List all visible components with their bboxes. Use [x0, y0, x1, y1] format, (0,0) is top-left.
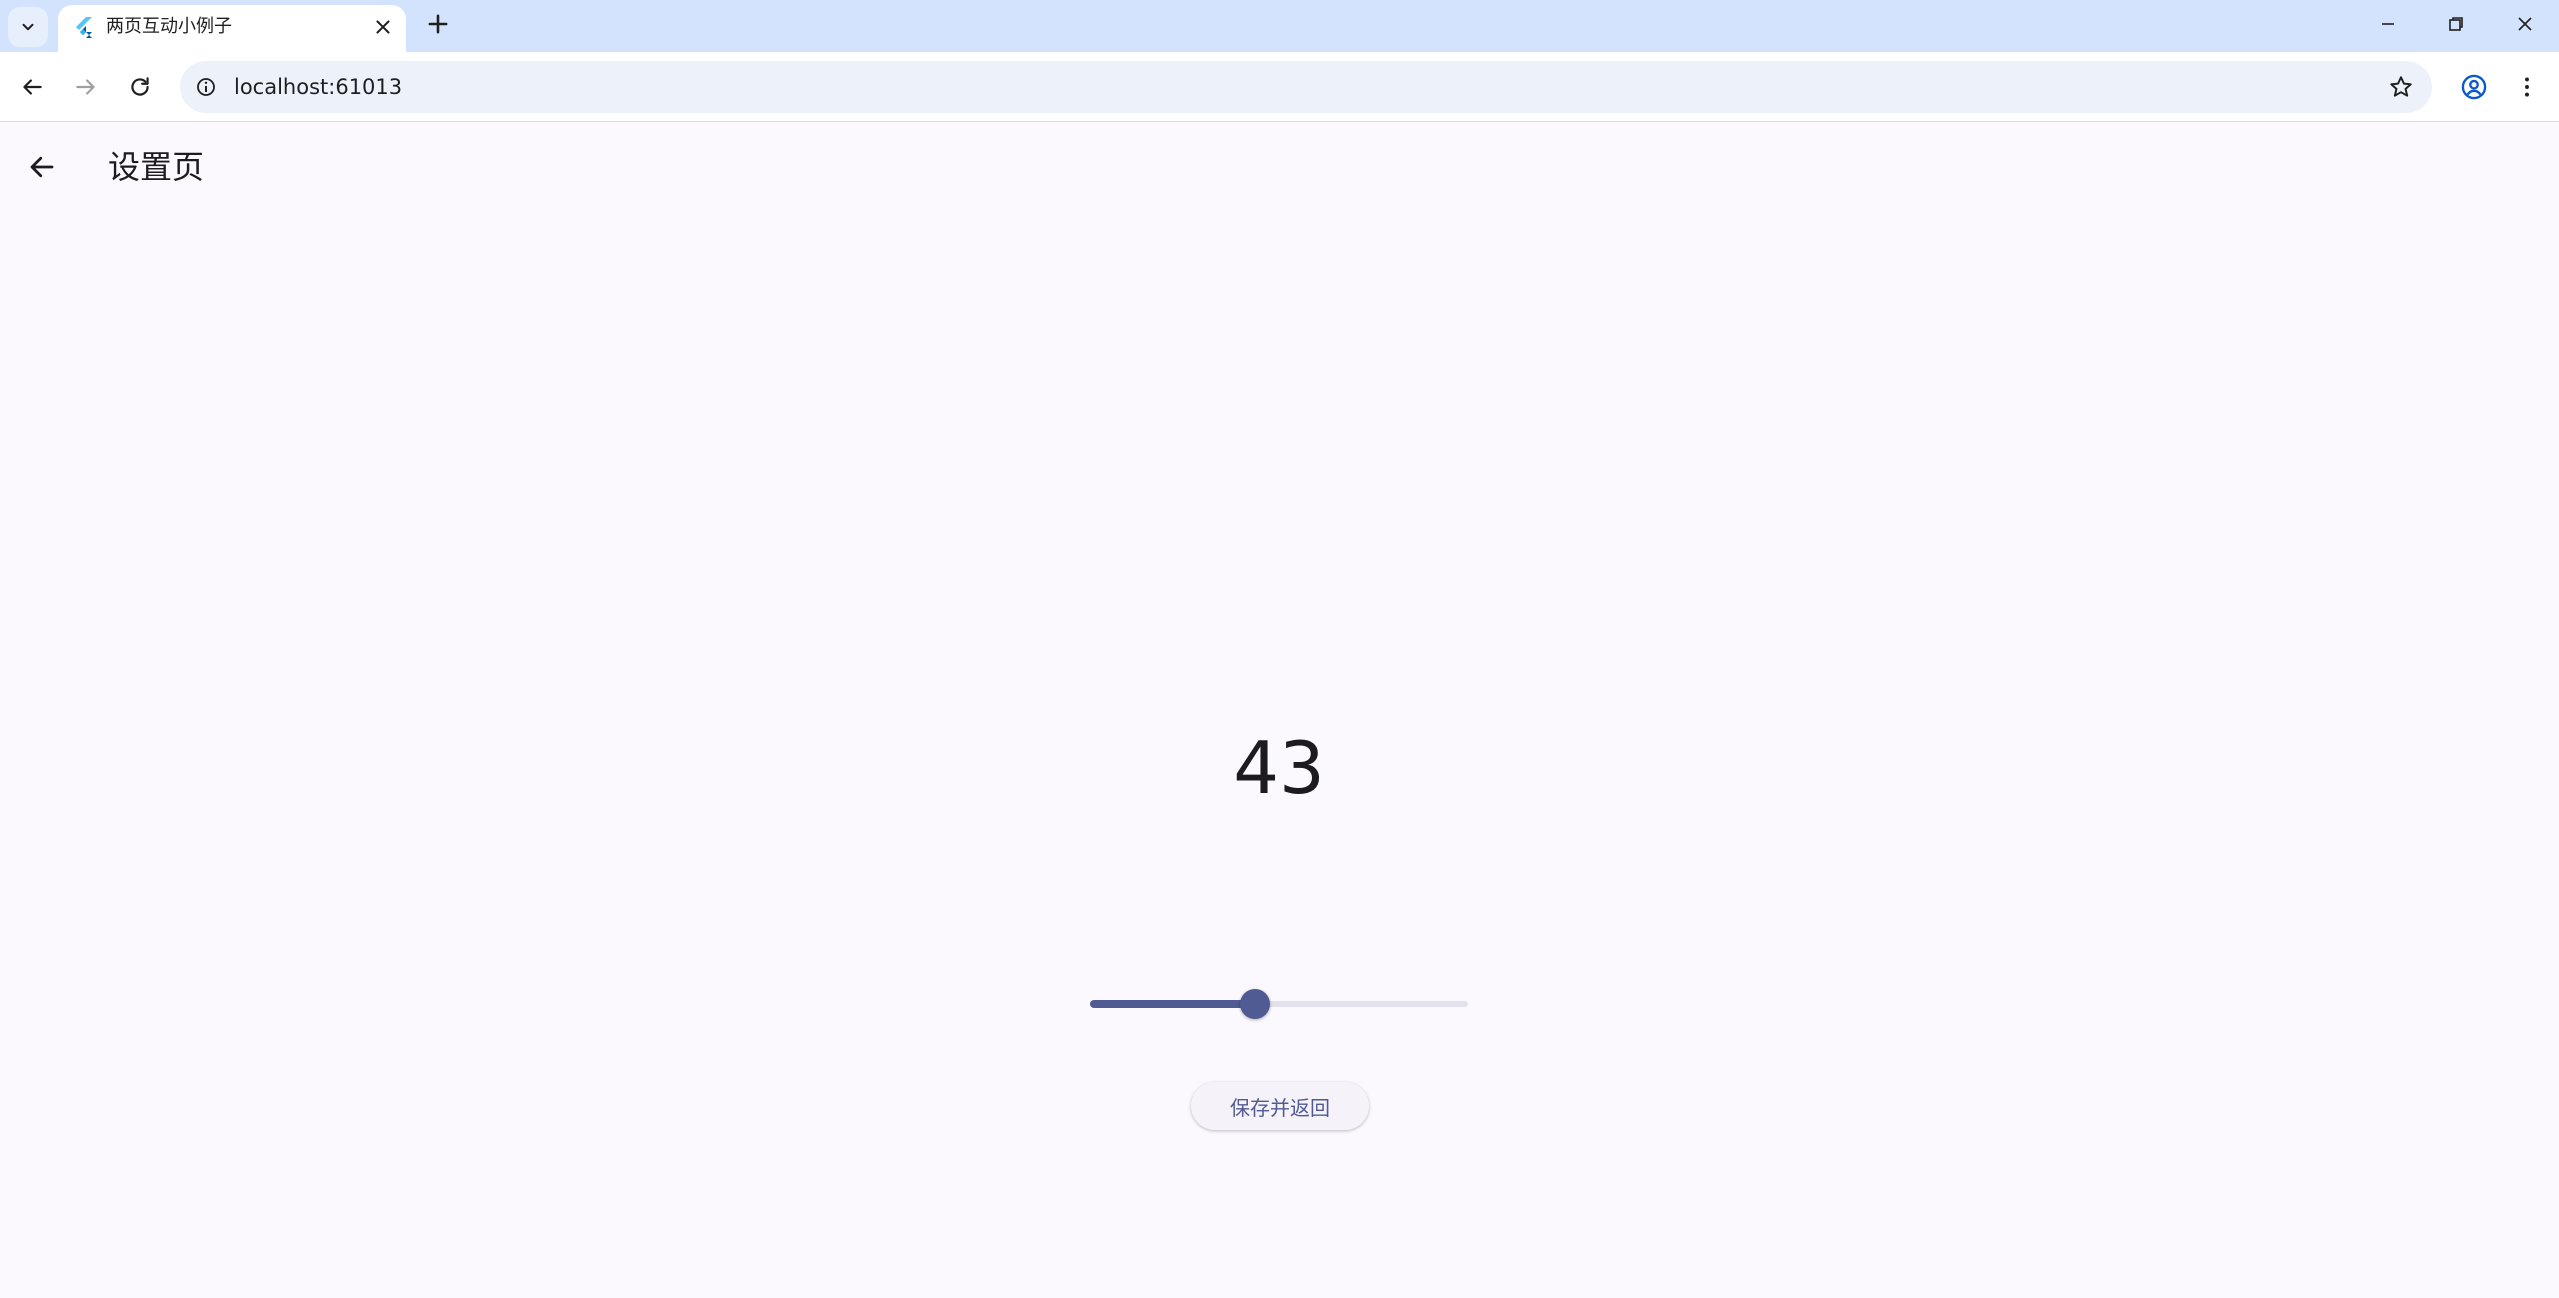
more-vert-icon	[2525, 77, 2529, 97]
star-icon[interactable]	[2388, 74, 2414, 100]
minimize-button[interactable]	[2368, 6, 2408, 42]
browser-tabstrip: 两页互动小例子	[0, 0, 2559, 52]
url-text: localhost:61013	[234, 75, 403, 99]
browser-tab[interactable]: 两页互动小例子	[58, 5, 406, 52]
close-icon	[2518, 17, 2532, 31]
info-icon[interactable]	[194, 75, 218, 99]
browser-toolbar: localhost:61013	[0, 52, 2559, 122]
menu-button[interactable]	[2508, 68, 2546, 106]
tab-title: 两页互动小例子	[106, 16, 232, 37]
value-slider[interactable]	[1090, 989, 1468, 1019]
arrow-right-icon	[76, 79, 95, 95]
slider-thumb[interactable]	[1239, 989, 1270, 1019]
restore-button[interactable]	[2436, 6, 2476, 42]
address-bar[interactable]: localhost:61013	[180, 61, 2432, 113]
appbar-back-button[interactable]	[20, 145, 64, 189]
value-display: 43	[1233, 726, 1325, 810]
minimize-icon	[2382, 23, 2394, 25]
chevron-down-icon	[22, 23, 34, 31]
reload-button[interactable]	[121, 68, 159, 106]
arrow-left-icon	[23, 79, 42, 95]
back-button[interactable]	[13, 68, 51, 106]
new-tab-icon[interactable]	[424, 10, 452, 38]
restore-icon	[2449, 17, 2463, 31]
page-title: 设置页	[108, 148, 205, 186]
close-window-button[interactable]	[2505, 6, 2545, 42]
tab-search-button[interactable]	[8, 7, 48, 47]
profile-icon	[2461, 74, 2487, 100]
close-tab-icon[interactable]	[372, 16, 394, 38]
flutter-icon	[76, 17, 92, 38]
settings-page: 设置页 43 保存并返回	[0, 123, 2559, 1298]
arrow-back-icon	[30, 156, 54, 178]
slider-active-track	[1090, 1000, 1255, 1008]
reload-icon	[131, 77, 149, 96]
save-and-return-button[interactable]: 保存并返回	[1191, 1082, 1369, 1130]
forward-button[interactable]	[67, 68, 105, 106]
profile-button[interactable]	[2455, 68, 2493, 106]
